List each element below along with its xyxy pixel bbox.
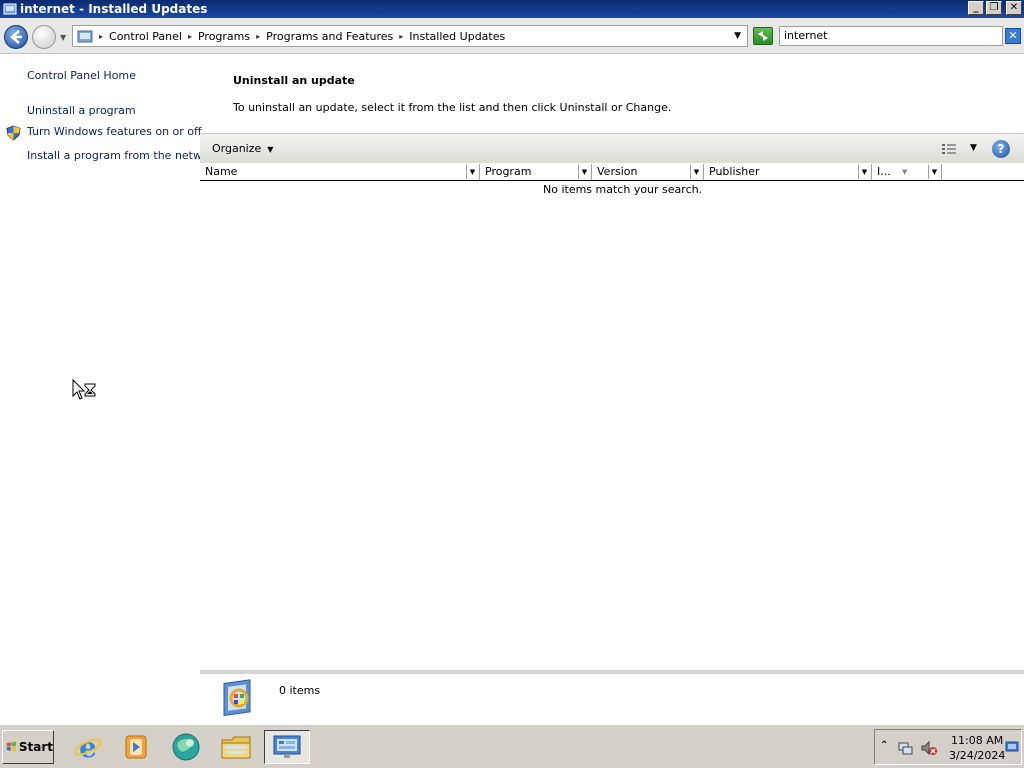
taskbar-control-panel[interactable] xyxy=(264,730,310,764)
breadcrumb-separator-icon[interactable]: ▸ xyxy=(399,32,403,41)
empty-list-message: No items match your search. xyxy=(543,183,703,196)
forward-button[interactable] xyxy=(32,25,56,49)
page-title: Uninstall an update xyxy=(233,74,355,87)
control-panel-icon xyxy=(273,735,301,758)
internet-explorer-icon: e xyxy=(74,732,102,762)
control-panel-folder-icon xyxy=(77,30,93,43)
back-button[interactable] xyxy=(4,25,28,49)
breadcrumb-programs-and-features[interactable]: Programs and Features xyxy=(266,30,393,43)
control-panel-app-icon xyxy=(3,3,17,15)
task-pane: Control Panel Home Uninstall a program T… xyxy=(0,55,220,670)
column-header-name[interactable]: Name ▼ xyxy=(200,164,480,180)
title-bar: internet - Installed Updates _ ❐ ✕ xyxy=(0,0,1024,18)
column-label: Publisher xyxy=(709,165,760,178)
notification-area: ⌃ 11:08 AM 3/24/2024 xyxy=(874,729,1022,765)
clock-time[interactable]: 11:08 AM xyxy=(951,734,1003,747)
minimize-button[interactable]: _ xyxy=(968,1,984,15)
navigation-bar: ▼ ▸ Control Panel ▸ Programs ▸ Programs … xyxy=(0,18,1024,54)
column-header-row: Name ▼ Program ▼ Version ▼ Publisher ▼ I… xyxy=(200,164,1024,181)
help-icon[interactable]: ? xyxy=(992,140,1010,158)
breadcrumb-separator-icon[interactable]: ▸ xyxy=(99,32,103,41)
column-label: Name xyxy=(205,165,238,178)
views-icon[interactable] xyxy=(941,142,957,156)
views-dropdown-icon[interactable]: ▼ xyxy=(970,143,977,153)
taskbar-media-player[interactable] xyxy=(118,730,154,764)
window-title: internet - Installed Updates xyxy=(20,2,208,16)
uac-shield-icon xyxy=(6,125,21,141)
breadcrumb-programs[interactable]: Programs xyxy=(198,30,250,43)
close-button[interactable]: ✕ xyxy=(1006,1,1022,15)
control-panel-home-link[interactable]: Control Panel Home xyxy=(27,69,136,82)
address-bar[interactable]: ▸ Control Panel ▸ Programs ▸ Programs an… xyxy=(72,25,748,47)
network-status-icon[interactable] xyxy=(897,740,913,756)
install-from-network-link[interactable]: Install a program from the network xyxy=(27,149,220,162)
column-filter-icon[interactable]: ▼ xyxy=(690,165,702,179)
column-label: Version xyxy=(597,165,638,178)
breadcrumb-control-panel[interactable]: Control Panel xyxy=(109,30,182,43)
volume-muted-icon[interactable] xyxy=(921,740,937,756)
taskbar: Start e ⌃ 11:08 AM 3/24/2024 xyxy=(0,724,1024,768)
back-arrow-icon xyxy=(10,30,22,44)
column-filter-icon[interactable]: ▼ xyxy=(578,165,590,179)
organize-button[interactable]: Organize ▼ xyxy=(212,142,273,155)
breadcrumb-installed-updates[interactable]: Installed Updates xyxy=(409,30,505,43)
recent-pages-dropdown[interactable]: ▼ xyxy=(60,33,66,42)
column-header-version[interactable]: Version ▼ xyxy=(592,164,704,180)
taskbar-network-app[interactable] xyxy=(168,730,204,764)
breadcrumb-separator-icon[interactable]: ▸ xyxy=(188,32,192,41)
media-player-icon xyxy=(125,735,147,759)
breadcrumb-separator-icon[interactable]: ▸ xyxy=(256,32,260,41)
page-description: To uninstall an update, select it from t… xyxy=(233,101,672,114)
column-header-installed-on[interactable]: I... ▼ ▼ xyxy=(872,164,942,180)
sort-descending-icon: ▼ xyxy=(902,168,908,176)
column-label: I... xyxy=(877,165,891,178)
address-history-dropdown-icon[interactable]: ▼ xyxy=(734,31,741,41)
uninstall-program-link[interactable]: Uninstall a program xyxy=(27,104,136,117)
network-globe-icon xyxy=(172,733,200,761)
windows-flag-icon xyxy=(6,741,17,752)
organize-label: Organize xyxy=(212,142,262,155)
refresh-button[interactable] xyxy=(753,27,773,45)
show-desktop-icon[interactable] xyxy=(1005,740,1019,754)
show-hidden-icons-icon[interactable]: ⌃ xyxy=(880,740,888,751)
installed-updates-icon xyxy=(223,679,251,717)
taskbar-file-explorer[interactable] xyxy=(218,730,254,764)
column-filter-icon[interactable]: ▼ xyxy=(858,165,870,179)
clear-search-button[interactable]: ✕ xyxy=(1005,28,1021,44)
column-filter-icon[interactable]: ▼ xyxy=(928,165,940,179)
command-toolbar: Organize ▼ ▼ ? xyxy=(200,133,1024,163)
start-button[interactable]: Start xyxy=(2,730,54,764)
refresh-icon xyxy=(758,31,768,41)
column-label: Program xyxy=(485,165,532,178)
search-input[interactable]: internet xyxy=(779,26,1003,46)
chevron-down-icon: ▼ xyxy=(267,145,274,154)
column-filter-icon[interactable]: ▼ xyxy=(466,165,478,179)
details-pane: 0 items xyxy=(200,670,1024,724)
taskbar-internet-explorer[interactable]: e xyxy=(70,730,106,764)
column-header-program[interactable]: Program ▼ xyxy=(480,164,592,180)
clock-date[interactable]: 3/24/2024 xyxy=(949,749,1005,762)
restore-button[interactable]: ❐ xyxy=(986,1,1002,15)
start-label: Start xyxy=(18,740,53,754)
svg-text:e: e xyxy=(79,732,97,762)
busy-cursor-icon xyxy=(72,379,96,400)
column-header-publisher[interactable]: Publisher ▼ xyxy=(704,164,872,180)
file-explorer-icon xyxy=(221,736,251,759)
windows-features-link[interactable]: Turn Windows features on or off xyxy=(27,125,202,138)
item-count: 0 items xyxy=(279,684,321,697)
